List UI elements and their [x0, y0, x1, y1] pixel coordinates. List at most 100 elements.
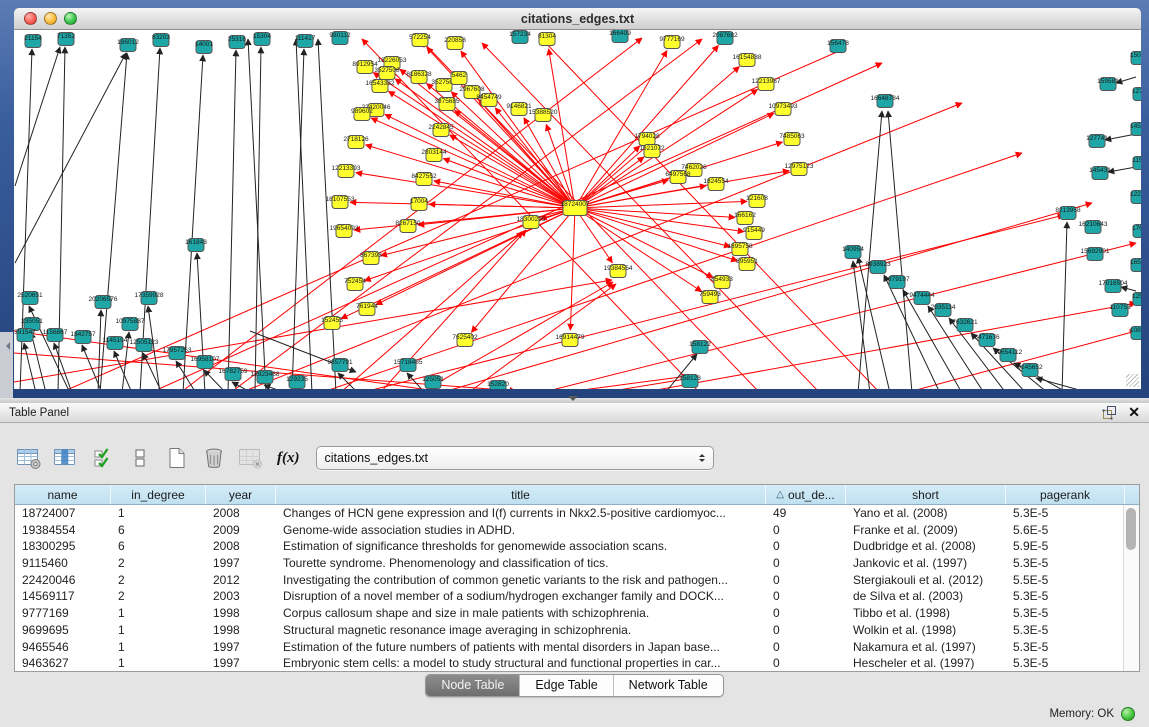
network-node[interactable]: 152820: [487, 381, 509, 390]
vertical-scrollbar[interactable]: [1123, 505, 1139, 671]
network-node[interactable]: 15388520: [529, 109, 558, 122]
select-rows-icon[interactable]: [90, 445, 116, 471]
network-node[interactable]: 1342757: [70, 331, 96, 344]
network-canvas[interactable]: 2115471352186012832031400125316153041114…: [14, 30, 1141, 389]
network-node[interactable]: 14543: [1130, 123, 1141, 136]
column-header-pagerank[interactable]: pagerank: [1006, 485, 1125, 504]
network-node[interactable]: 1895758: [727, 243, 753, 256]
network-node[interactable]: 152455: [321, 317, 343, 330]
column-header-title[interactable]: title: [276, 485, 766, 504]
network-node[interactable]: 158122: [689, 341, 711, 354]
network-node[interactable]: 761944: [356, 303, 378, 316]
resize-grip-icon[interactable]: [1126, 374, 1139, 387]
network-node[interactable]: 14001: [195, 41, 213, 54]
network-node[interactable]: 17957253: [163, 347, 192, 360]
network-node[interactable]: 3527508: [374, 67, 400, 80]
delete-table-icon[interactable]: [238, 445, 264, 471]
network-node[interactable]: 2520651: [17, 292, 43, 305]
network-node[interactable]: 6879197: [884, 276, 910, 289]
network-node[interactable]: 12213393: [332, 165, 361, 178]
create-table-icon[interactable]: [164, 445, 190, 471]
column-header-short[interactable]: short: [846, 485, 1006, 504]
network-node[interactable]: 1145194: [103, 337, 128, 350]
column-header-year[interactable]: year: [206, 485, 276, 504]
network-node[interactable]: 915449: [743, 227, 765, 240]
network-node[interactable]: 867393: [360, 252, 382, 265]
network-node[interactable]: 110753: [1109, 304, 1131, 317]
table-row[interactable]: 1456911722003Disruption of a novel membe…: [15, 588, 1139, 605]
network-node[interactable]: 12210: [1130, 191, 1141, 204]
column-header-out_de[interactable]: △out_de...: [766, 485, 846, 504]
network-node[interactable]: 1156867: [43, 329, 68, 342]
network-node[interactable]: 572254: [409, 34, 431, 47]
tab-edge-table[interactable]: Edge Table: [519, 675, 612, 696]
scrollbar-thumb[interactable]: [1126, 508, 1136, 550]
network-node[interactable]: 1794028: [634, 133, 660, 146]
network-node[interactable]: 7625402: [452, 334, 478, 347]
network-node[interactable]: 5462: [451, 72, 467, 85]
network-node[interactable]: 12774: [1132, 88, 1141, 101]
network-node[interactable]: 8267150: [395, 220, 421, 233]
network-node[interactable]: 12213987: [752, 78, 781, 91]
network-node[interactable]: 2242845: [428, 124, 454, 137]
network-node[interactable]: 8471676: [974, 334, 1000, 347]
network-node[interactable]: 19384554: [604, 265, 633, 278]
network-node[interactable]: 10654112: [994, 349, 1023, 362]
table-row[interactable]: 911546021997Tourette syndrome. Phenomeno…: [15, 555, 1139, 572]
network-node[interactable]: 158123: [679, 375, 701, 388]
table-row[interactable]: 946554611997Estimation of the future num…: [15, 639, 1139, 656]
network-node[interactable]: 17016504: [1099, 280, 1128, 293]
network-node[interactable]: 9474444: [909, 292, 935, 305]
network-node[interactable]: 18724007: [561, 201, 590, 216]
network-node[interactable]: 17610: [1132, 225, 1141, 238]
network-window-titlebar[interactable]: citations_edges.txt: [14, 8, 1141, 30]
network-node[interactable]: 127741: [1086, 135, 1108, 148]
network-node[interactable]: 166409: [609, 30, 631, 43]
close-panel-icon[interactable]: ✕: [1128, 405, 1140, 420]
network-node[interactable]: 71352: [57, 33, 75, 46]
network-node[interactable]: 140954: [842, 246, 864, 259]
network-node[interactable]: 18107553: [326, 196, 355, 209]
table-row[interactable]: 1830029562008Estimation of significance …: [15, 538, 1139, 555]
network-node[interactable]: 15718485: [394, 359, 423, 372]
network-node[interactable]: 980112: [329, 32, 351, 45]
network-node[interactable]: 1824554: [703, 178, 729, 191]
network-node[interactable]: 220858: [444, 37, 466, 50]
network-node[interactable]: 11594: [1132, 157, 1141, 170]
network-node[interactable]: 8938923: [865, 261, 891, 274]
network-node[interactable]: 15304: [253, 33, 271, 46]
network-node[interactable]: 752454: [344, 278, 366, 291]
network-node[interactable]: 10975887: [116, 318, 145, 331]
network-node[interactable]: 15692901: [1081, 248, 1110, 261]
network-node[interactable]: 16154838: [733, 54, 762, 67]
network-node[interactable]: 125051: [422, 376, 444, 389]
network-node[interactable]: 19654093: [330, 225, 359, 238]
network-node[interactable]: 16543382: [366, 80, 395, 93]
network-node[interactable]: 17359928: [135, 292, 164, 305]
network-node[interactable]: 895951: [736, 258, 758, 271]
network-node[interactable]: 20206576: [89, 296, 118, 309]
delete-rows-icon[interactable]: [201, 445, 227, 471]
network-node[interactable]: 7632621: [952, 319, 978, 332]
network-node[interactable]: 121608: [746, 195, 768, 208]
network-node[interactable]: 111417: [295, 35, 316, 48]
network-node[interactable]: 186012: [117, 39, 139, 52]
network-node[interactable]: 129235: [286, 376, 308, 389]
network-node[interactable]: 391547: [14, 329, 36, 342]
network-node[interactable]: 16648784: [871, 95, 900, 108]
network-node[interactable]: 10892: [1130, 327, 1141, 340]
table-options-icon[interactable]: [16, 445, 42, 471]
network-node[interactable]: 16210643: [1079, 221, 1108, 234]
table-selector-dropdown[interactable]: citations_edges.txt: [316, 446, 714, 470]
network-node[interactable]: 16782759: [219, 368, 248, 381]
network-node[interactable]: 2087682: [712, 32, 738, 45]
table-row[interactable]: 2242004622012Investigating the contribut…: [15, 572, 1139, 589]
network-node[interactable]: 15097: [1130, 52, 1141, 65]
show-columns-icon[interactable]: [53, 445, 79, 471]
network-node[interactable]: 83203: [152, 34, 170, 47]
row-height-icon[interactable]: [127, 445, 153, 471]
network-node[interactable]: 12975123: [785, 163, 814, 176]
network-node[interactable]: 759493: [699, 291, 721, 304]
tab-network-table[interactable]: Network Table: [613, 675, 723, 696]
table-row[interactable]: 1938455462009Genome-wide association stu…: [15, 522, 1139, 539]
